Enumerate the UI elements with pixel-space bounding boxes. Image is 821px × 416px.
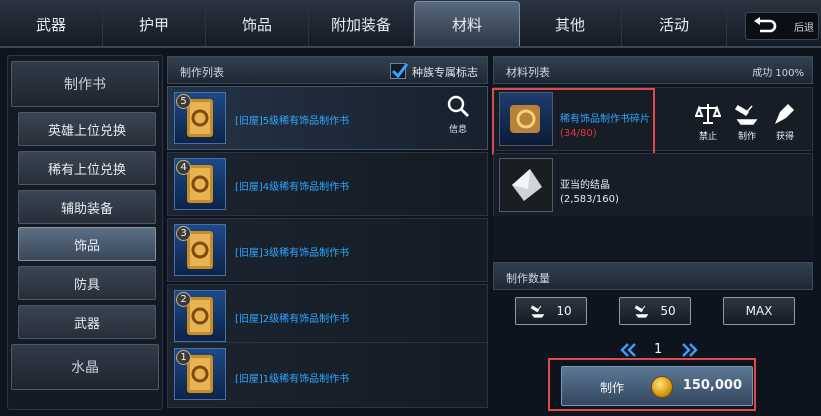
sidebar-item-accessory[interactable]: 饰品 [18, 227, 156, 261]
info-label: 信息 [448, 125, 467, 135]
ring-fragment-icon [499, 92, 553, 146]
material-count: (2,583/160) [560, 194, 619, 205]
craft-button[interactable]: 制作 150,000 [561, 366, 753, 406]
craft-material-button[interactable]: 制作 [729, 102, 765, 142]
level-badge: 3 [176, 226, 191, 241]
material-item[interactable]: 亚当的结晶 (2,583/160) [493, 153, 813, 217]
craft-price: 150,000 [682, 378, 742, 393]
level-badge: 5 [176, 94, 191, 109]
craft-item-name: [旧屋]1级稀有饰品制作书 [235, 374, 350, 385]
level-badge: 1 [176, 350, 191, 365]
hammer-anvil-icon [530, 305, 545, 318]
level-badge: 2 [176, 292, 191, 307]
double-chevron-right-icon[interactable] [682, 343, 698, 357]
material-name: 稀有饰品制作书碎片 [560, 114, 650, 125]
tab-event[interactable]: 活动 [622, 2, 727, 46]
craft-book-icon: 1 [174, 348, 226, 400]
sidebar-category-craft-book[interactable]: 制作书 [11, 61, 159, 107]
sidebar-item-support-equipment[interactable]: 辅助装备 [18, 190, 156, 224]
material-list-header: 材料列表 成功 100% [493, 56, 813, 84]
material-empty-area [493, 216, 813, 260]
sidebar-item-hero-upgrade[interactable]: 英雄上位兑换 [18, 112, 156, 146]
prohibit-label: 禁止 [698, 132, 717, 142]
quantity-10-button[interactable]: 10 [515, 297, 587, 325]
craft-book-icon: 4 [174, 158, 226, 210]
obtain-button[interactable]: 获得 [767, 102, 803, 142]
race-exclusive-checkbox[interactable] [390, 63, 409, 79]
material-item[interactable]: 稀有饰品制作书碎片 (34/80) [493, 87, 813, 151]
back-label: 后退 [794, 23, 814, 34]
craft-list-title: 制作列表 [180, 66, 224, 79]
tab-accessory[interactable]: 饰品 [206, 2, 309, 46]
gold-coin-icon [651, 376, 673, 398]
back-button[interactable]: 后退 [745, 12, 819, 40]
craft-list-header: 制作列表 种族专属标志 [167, 56, 488, 84]
success-rate: 成功 100% [752, 68, 804, 79]
category-tab-bar: 武器 护甲 饰品 附加装备 材料 其他 活动 后退 [0, 0, 821, 48]
prohibit-button[interactable]: 禁止 [690, 102, 726, 142]
info-button[interactable]: 信息 [445, 95, 471, 135]
double-chevron-left-icon[interactable] [620, 343, 636, 357]
sidebar-item-armor[interactable]: 防具 [18, 266, 156, 300]
quantity-50-button[interactable]: 50 [619, 297, 691, 325]
craft-list-item[interactable]: 2 [旧屋]2级稀有饰品制作书 [167, 284, 488, 348]
craft-button-label: 制作 [600, 381, 625, 395]
hunt-icon [775, 104, 794, 124]
obtain-label: 获得 [775, 132, 794, 142]
sidebar-category-crystal[interactable]: 水晶 [11, 344, 159, 390]
back-arrow-icon [754, 17, 777, 33]
craft-item-name: [旧屋]3级稀有饰品制作书 [235, 248, 350, 259]
craft-item-name: [旧屋]2级稀有饰品制作书 [235, 314, 350, 325]
crystal-icon [499, 158, 553, 212]
quantity-max-label: MAX [745, 304, 773, 318]
quantity-header: 制作数量 [493, 262, 813, 290]
craft-list-item[interactable]: 4 [旧屋]4级稀有饰品制作书 [167, 152, 488, 216]
quantity-50-label: 50 [660, 304, 676, 318]
hammer-anvil-icon [734, 104, 758, 125]
craft-item-name: [旧屋]4级稀有饰品制作书 [235, 182, 350, 193]
tab-extra-equipment[interactable]: 附加装备 [309, 2, 414, 46]
craft-book-icon: 3 [174, 224, 226, 276]
level-badge: 4 [176, 160, 191, 175]
sidebar-item-weapon[interactable]: 武器 [18, 305, 156, 339]
material-count: (34/80) [560, 128, 597, 139]
race-exclusive-label: 种族专属标志 [412, 66, 478, 79]
magnifier-icon [447, 95, 469, 117]
craft-list-item[interactable]: 5 [旧屋]5级稀有饰品制作书 信息 [167, 86, 488, 150]
checkmark-icon [391, 63, 409, 79]
quantity-pager: 1 [620, 341, 700, 359]
craft-material-label: 制作 [737, 132, 756, 142]
craft-book-icon: 2 [174, 290, 226, 342]
balance-icon [694, 104, 722, 124]
material-name: 亚当的结晶 [560, 180, 610, 191]
quantity-max-button[interactable]: MAX [723, 297, 795, 325]
craft-item-name: [旧屋]5级稀有饰品制作书 [235, 116, 350, 127]
tab-material[interactable]: 材料 [414, 1, 520, 46]
tab-weapon[interactable]: 武器 [0, 2, 103, 46]
hammer-anvil-icon [634, 305, 649, 318]
quantity-value: 1 [654, 342, 663, 357]
tab-other[interactable]: 其他 [519, 2, 622, 46]
material-list-title: 材料列表 [506, 66, 550, 79]
quantity-title: 制作数量 [506, 272, 550, 285]
game-window: 武器 护甲 饰品 附加装备 材料 其他 活动 后退 制作书 英雄上位兑换 稀有上… [0, 0, 821, 416]
craft-list-item[interactable]: 1 [旧屋]1级稀有饰品制作书 [167, 342, 488, 408]
sidebar-item-rare-upgrade[interactable]: 稀有上位兑换 [18, 151, 156, 185]
craft-book-icon: 5 [174, 92, 226, 144]
craft-list-item[interactable]: 3 [旧屋]3级稀有饰品制作书 [167, 218, 488, 282]
tab-armor[interactable]: 护甲 [103, 2, 206, 46]
quantity-10-label: 10 [556, 304, 572, 318]
